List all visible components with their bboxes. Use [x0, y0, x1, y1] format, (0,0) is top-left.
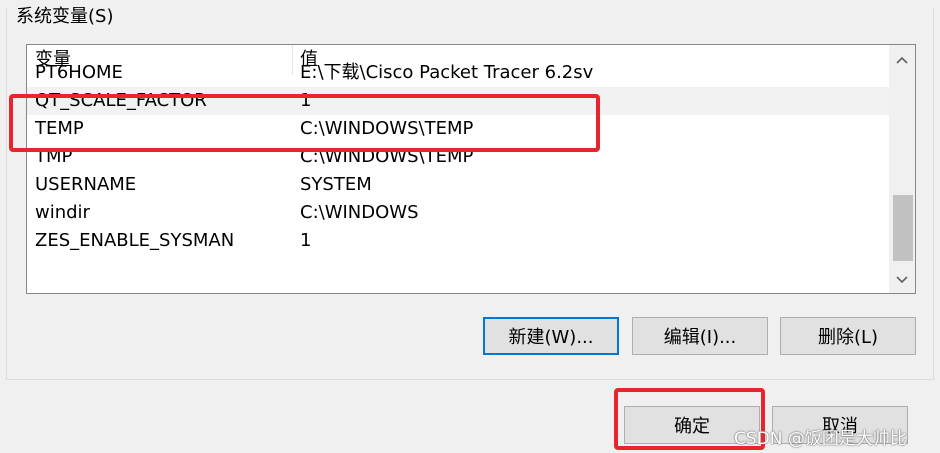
variable-name: windir [35, 202, 90, 223]
system-variables-list[interactable]: 变量 值 PT6HOME E:\下载\Cisco Packet Tracer 6… [26, 44, 916, 294]
variable-value: C:\WINDOWS [300, 202, 419, 223]
chevron-down-icon[interactable] [889, 267, 915, 293]
delete-button[interactable]: 删除(L) [780, 317, 916, 355]
watermark: CSDN @饭团是大帅比 [734, 429, 907, 449]
vertical-scrollbar[interactable] [889, 45, 915, 293]
list-row[interactable]: PT6HOME E:\下载\Cisco Packet Tracer 6.2sv [27, 59, 889, 87]
variable-value: 1 [300, 230, 312, 251]
variable-name: USERNAME [35, 174, 137, 195]
scrollbar-thumb[interactable] [893, 195, 913, 261]
variable-value: SYSTEM [300, 174, 372, 195]
variable-name: ZES_ENABLE_SYSMAN [35, 230, 235, 251]
list-row[interactable]: USERNAME SYSTEM [27, 171, 889, 199]
list-row[interactable]: windir C:\WINDOWS [27, 199, 889, 227]
edit-button[interactable]: 编辑(I)... [632, 317, 768, 355]
variable-value: E:\下载\Cisco Packet Tracer 6.2sv [300, 62, 594, 83]
chevron-up-icon[interactable] [889, 47, 915, 73]
group-title: 系统变量(S) [14, 6, 116, 28]
list-row[interactable]: ZES_ENABLE_SYSMAN 1 [27, 227, 889, 255]
new-button[interactable]: 新建(W)... [483, 317, 619, 355]
annotation-highlight-row [9, 94, 600, 152]
variable-name: PT6HOME [35, 62, 123, 83]
